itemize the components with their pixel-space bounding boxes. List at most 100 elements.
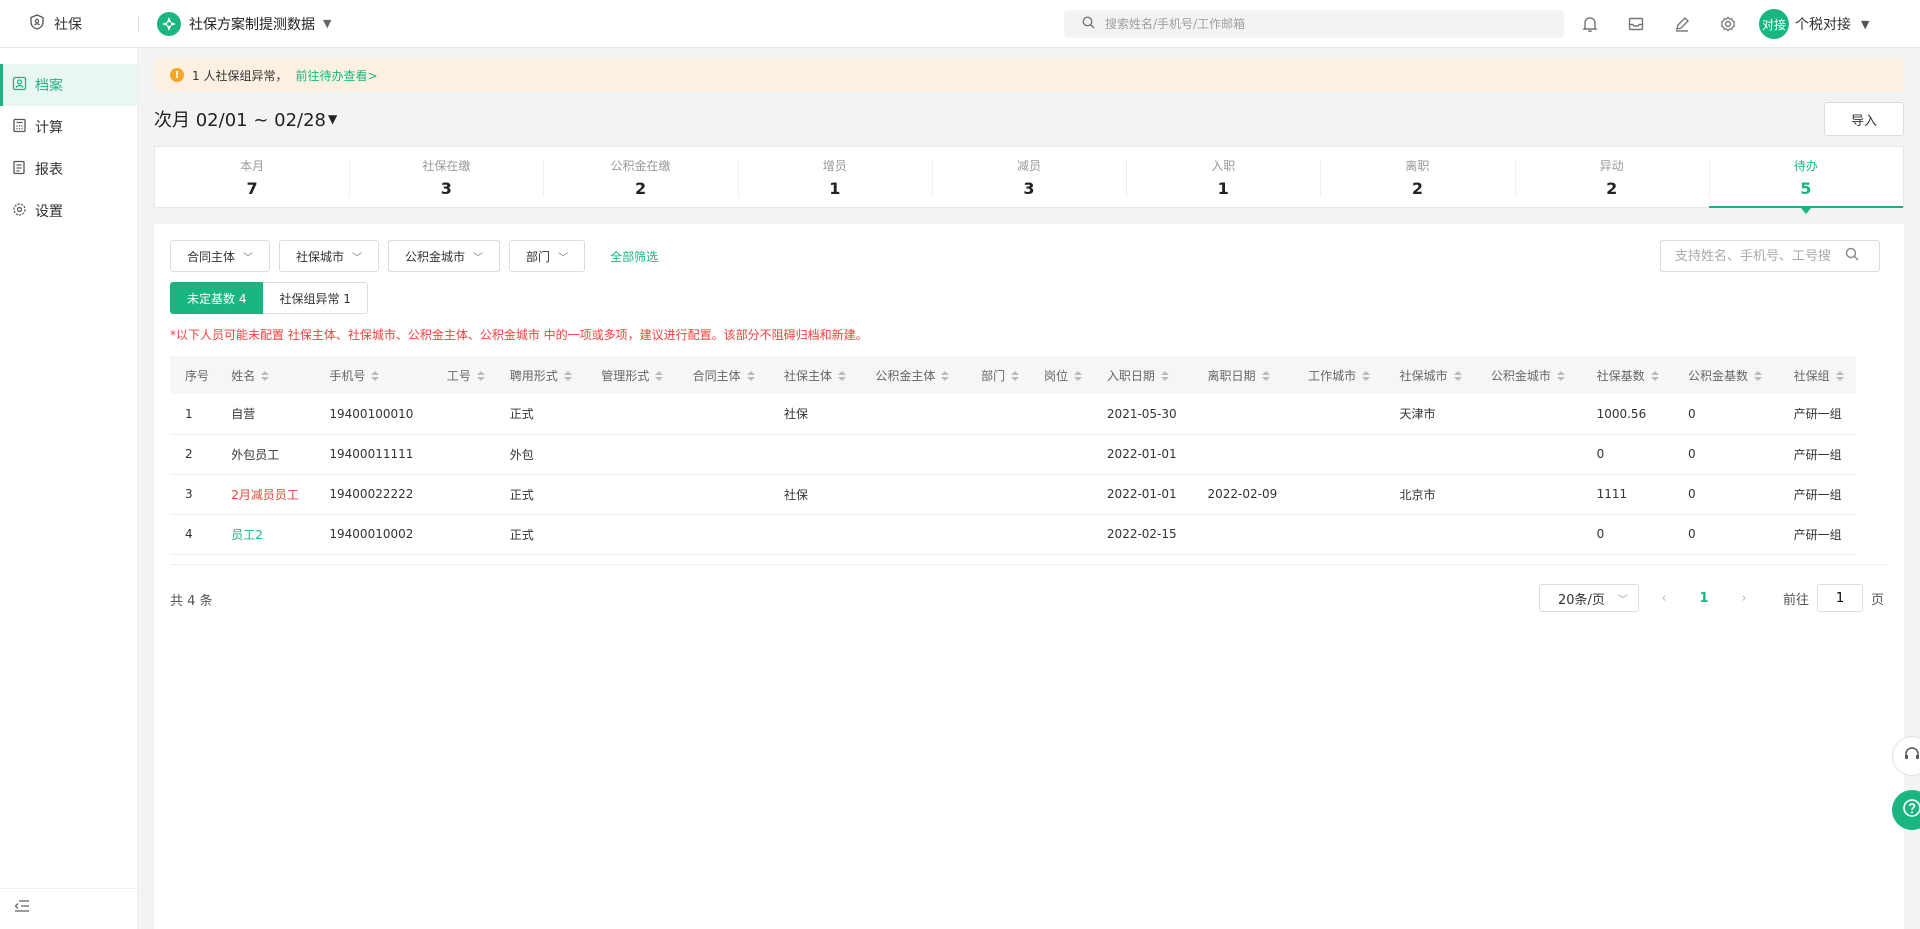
column-header[interactable]: 岗位: [1029, 356, 1092, 394]
sort-icon[interactable]: [941, 371, 950, 381]
import-button[interactable]: 导入: [1824, 102, 1904, 136]
prev-page-icon[interactable]: ‹: [1649, 591, 1679, 606]
table-cell: [1193, 514, 1294, 554]
sort-icon[interactable]: [1453, 371, 1462, 381]
table-cell: [1029, 474, 1092, 514]
goto-page-input[interactable]: [1816, 584, 1863, 612]
sort-icon[interactable]: [746, 371, 755, 381]
table-row[interactable]: 4 员工2 19400010002 正式 2022-02-15 0 0 产研一组: [170, 514, 1856, 554]
column-header[interactable]: 部门: [966, 356, 1029, 394]
sidebar-item-calculate[interactable]: 计算: [0, 106, 137, 148]
column-header[interactable]: 姓名: [216, 356, 314, 394]
column-header[interactable]: 入职日期: [1092, 356, 1193, 394]
user-menu[interactable]: 对接 个税对接 ▼: [1759, 9, 1869, 39]
sort-icon[interactable]: [838, 371, 847, 381]
sort-icon[interactable]: [563, 371, 572, 381]
column-header[interactable]: 社保组: [1779, 356, 1856, 394]
table-cell: [1029, 394, 1092, 434]
sort-icon[interactable]: [1650, 371, 1659, 381]
sort-icon[interactable]: [655, 371, 664, 381]
stat-this-month[interactable]: 本月 7: [155, 147, 349, 207]
plan-logo-icon: [157, 11, 181, 36]
column-header[interactable]: 离职日期: [1193, 356, 1294, 394]
table-row[interactable]: 1 自营 19400100010 正式 社保 2021-05-30 天津市 1000.56 0 产…: [170, 394, 1856, 434]
table-cell[interactable]: 员工2: [216, 514, 314, 554]
table-cell: [1293, 514, 1384, 554]
sort-icon[interactable]: [1362, 371, 1371, 381]
plan-switcher[interactable]: 社保方案制提测数据 ▼: [157, 11, 331, 36]
table-cell: [860, 434, 966, 474]
stat-todo[interactable]: 待办 5: [1708, 147, 1904, 214]
column-header[interactable]: 工号: [432, 356, 495, 394]
inbox-icon[interactable]: [1624, 12, 1648, 40]
tab-social-group-error[interactable]: 社保组异常 1: [263, 282, 368, 314]
table-row[interactable]: 2 外包员工 19400011111 外包 2022-01-01 0 0 产研一组: [170, 434, 1856, 474]
stat-added[interactable]: 增员 1: [737, 147, 932, 207]
table-cell[interactable]: 自营: [216, 394, 314, 434]
sidebar-item-profile[interactable]: 档案: [0, 64, 137, 106]
filter-department[interactable]: 部门 ﹀: [509, 240, 586, 272]
stat-label: 待办: [1793, 158, 1818, 173]
stat-fund-paying[interactable]: 公积金在缴 2: [543, 147, 737, 207]
page-size-select[interactable]: 20条/页 ﹀: [1538, 584, 1639, 612]
table-cell: 北京市: [1399, 487, 1436, 502]
tab-undetermined-base[interactable]: 未定基数 4: [170, 282, 264, 314]
sort-icon[interactable]: [1074, 371, 1083, 381]
column-header[interactable]: 公积金基数: [1673, 356, 1779, 394]
column-header[interactable]: 工作城市: [1293, 356, 1384, 394]
all-filters-link[interactable]: 全部筛选: [610, 248, 658, 265]
stat-onboard[interactable]: 入职 1: [1126, 147, 1320, 207]
next-page-icon[interactable]: ›: [1729, 591, 1759, 606]
sort-icon[interactable]: [261, 371, 270, 381]
sort-icon[interactable]: [1160, 371, 1169, 381]
table-cell: [1029, 434, 1092, 474]
sidebar-item-report[interactable]: 报表: [0, 148, 137, 190]
table-cell[interactable]: 外包员工: [216, 434, 314, 474]
column-header[interactable]: 公积金主体: [860, 356, 966, 394]
collapse-sidebar-icon[interactable]: [14, 899, 30, 917]
column-header[interactable]: 社保主体: [769, 356, 860, 394]
table-row[interactable]: 3 2月减员员工 19400022222 正式 社保 2022-01-01 2022-02-…: [170, 474, 1856, 514]
settings-icon[interactable]: [1716, 12, 1740, 40]
sort-icon[interactable]: [1011, 371, 1020, 381]
period-selector[interactable]: 次月 02/01 ~ 02/28 ▼: [154, 106, 337, 132]
sort-icon[interactable]: [1754, 371, 1762, 381]
table-search-input[interactable]: [1675, 248, 1845, 264]
bell-icon[interactable]: [1578, 12, 1602, 40]
sort-icon[interactable]: [371, 371, 380, 381]
app-title[interactable]: 社保: [0, 13, 138, 35]
column-header[interactable]: 手机号: [314, 356, 431, 394]
column-header[interactable]: 管理形式: [586, 356, 677, 394]
filter-contract-entity[interactable]: 合同主体 ﹀: [170, 240, 271, 272]
stat-reduced[interactable]: 减员 3: [931, 147, 1126, 207]
column-header[interactable]: 公积金城市: [1476, 356, 1582, 394]
stat-resigned[interactable]: 离职 2: [1320, 147, 1514, 207]
stat-changes[interactable]: 异动 2: [1514, 147, 1709, 207]
global-search[interactable]: [1064, 10, 1564, 38]
table-cell: 19400100010: [329, 406, 414, 421]
global-search-input[interactable]: [1105, 17, 1545, 31]
period-label: 次月 02/01 ~ 02/28: [154, 110, 326, 131]
table-cell: 0: [1687, 406, 1696, 421]
column-header-label: 手机号: [329, 368, 366, 383]
stat-social-paying[interactable]: 社保在缴 3: [349, 147, 543, 207]
column-header-label: 社保城市: [1399, 368, 1448, 383]
column-header[interactable]: 社保基数: [1582, 356, 1673, 394]
sort-icon[interactable]: [1261, 371, 1270, 381]
sort-icon[interactable]: [1835, 371, 1844, 381]
goto-page: 前往 页: [1783, 584, 1884, 612]
filter-social-city[interactable]: 社保城市 ﹀: [279, 240, 380, 272]
edit-icon[interactable]: [1670, 12, 1694, 40]
sort-icon[interactable]: [476, 371, 485, 381]
alert-link[interactable]: 前往待办查看>: [295, 67, 377, 84]
sort-icon[interactable]: [1556, 371, 1565, 381]
page-number[interactable]: 1: [1689, 591, 1719, 606]
column-header[interactable]: 聘用形式: [495, 356, 586, 394]
column-header[interactable]: 社保城市: [1385, 356, 1476, 394]
column-header[interactable]: 合同主体: [678, 356, 769, 394]
sidebar-item-settings[interactable]: 设置: [0, 190, 137, 232]
table-search[interactable]: [1660, 240, 1880, 272]
table-cell[interactable]: 2月减员员工: [216, 474, 314, 514]
filter-fund-city[interactable]: 公积金城市 ﹀: [388, 240, 501, 272]
sidebar-item-label: 设置: [35, 204, 63, 220]
